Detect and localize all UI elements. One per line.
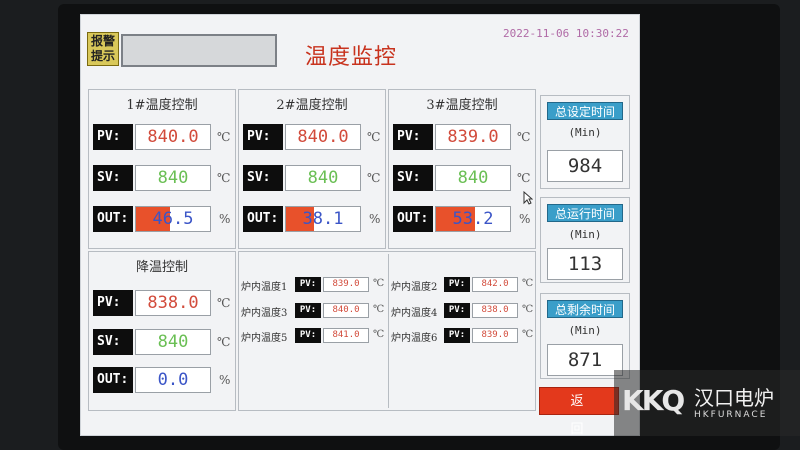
back-button[interactable]: 返 回 [539, 387, 619, 437]
total-remaining-time-title: 总剩余时间 [547, 300, 623, 318]
zone-1-out-unit: % [219, 212, 231, 226]
zone-3-title: 3#温度控制 [426, 98, 498, 113]
total-run-time-unit: (Min) [568, 228, 602, 241]
alarm-tag[interactable]: 报警 提示 [87, 32, 119, 66]
furnace-temp-3-unit: ℃ [373, 304, 385, 315]
zone-2-pv-unit: ℃ [367, 130, 381, 144]
cooling-out-label: OUT: [93, 367, 133, 393]
furnace-temp-1-value: 839.0 [323, 277, 369, 292]
zone-1-sv-label: SV: [93, 165, 133, 191]
zone-2-out-value: 38.1 [285, 206, 361, 232]
cooling-sv-label: SV: [93, 329, 133, 355]
zone-1-out-label: OUT: [93, 206, 133, 232]
cooling-sv-value[interactable]: 840 [135, 329, 211, 355]
datetime-display: 2022-11-06 10:30:22 [503, 27, 629, 40]
zone-3-sv-value[interactable]: 840 [435, 165, 511, 191]
zone-2-out-unit: % [369, 212, 381, 226]
zone-3-sv-unit: ℃ [517, 171, 531, 185]
furnace-temps-divider [388, 254, 389, 408]
zone-1-panel: 1#温度控制 PV: 840.0 ℃ SV: 840 ℃ OUT: 46.5 % [88, 89, 236, 249]
zone-3-out-label: OUT: [393, 206, 433, 232]
furnace-temp-6-value: 839.0 [472, 328, 518, 343]
mouse-cursor-icon [523, 191, 533, 205]
zone-2-pv-label: PV: [243, 124, 283, 150]
cooling-out-value: 0.0 [135, 367, 211, 393]
furnace-temp-5-value: 841.0 [323, 328, 369, 343]
total-set-time-title: 总设定时间 [547, 102, 623, 120]
furnace-temp-6-label: PV: [444, 328, 470, 343]
zone-3-pv-unit: ℃ [517, 130, 531, 144]
furnace-temp-4-name: 炉内温度4 [391, 308, 438, 319]
furnace-temp-3-name: 炉内温度3 [241, 308, 288, 319]
furnace-temp-4-unit: ℃ [522, 304, 534, 315]
furnace-temp-2-label: PV: [444, 277, 470, 292]
zone-3-out-unit: % [519, 212, 531, 226]
furnace-temp-2-value: 842.0 [472, 277, 518, 292]
zone-1-pv-label: PV: [93, 124, 133, 150]
furnace-temp-4-label: PV: [444, 303, 470, 318]
zone-2-title: 2#温度控制 [276, 98, 348, 113]
total-remaining-time-value: 871 [547, 344, 623, 376]
total-set-time-unit: (Min) [568, 126, 602, 139]
zone-1-sv-value[interactable]: 840 [135, 165, 211, 191]
furnace-temp-3-label: PV: [295, 303, 321, 318]
furnace-temp-2-name: 炉内温度2 [391, 282, 438, 293]
watermark-logo: KKQ [622, 384, 685, 417]
zone-3-sv-label: SV: [393, 165, 433, 191]
total-remaining-time-unit: (Min) [568, 324, 602, 337]
furnace-temp-6-name: 炉内温度6 [391, 333, 438, 344]
page-title: 温度监控 [305, 45, 398, 70]
alarm-tag-line2: 提示 [90, 49, 115, 63]
zone-2-pv-value: 840.0 [285, 124, 361, 150]
zone-3-pv-value: 839.0 [435, 124, 511, 150]
zone-1-pv-unit: ℃ [217, 130, 231, 144]
furnace-temp-5-name: 炉内温度5 [241, 333, 288, 344]
hmi-screen: 报警 提示 温度监控 2022-11-06 10:30:22 1#温度控制 PV… [80, 14, 640, 437]
total-remaining-time-panel: 总剩余时间 (Min) 871 [540, 293, 630, 379]
zone-2-sv-value[interactable]: 840 [285, 165, 361, 191]
cooling-panel: 降温控制 PV: 838.0 ℃ SV: 840 ℃ OUT: 0.0 % [88, 251, 236, 411]
zone-2-sv-unit: ℃ [367, 171, 381, 185]
furnace-temp-1-unit: ℃ [373, 278, 385, 289]
total-set-time-panel: 总设定时间 (Min) 984 [540, 95, 630, 189]
cooling-pv-value: 838.0 [135, 290, 211, 316]
watermark: KKQ 汉口电炉 HKFURNACE [614, 370, 800, 436]
furnace-temp-2-unit: ℃ [522, 278, 534, 289]
furnace-temp-1-name: 炉内温度1 [241, 282, 288, 293]
zone-1-title: 1#温度控制 [126, 98, 198, 113]
furnace-temp-5-label: PV: [295, 328, 321, 343]
total-run-time-panel: 总运行时间 (Min) 113 [540, 197, 630, 283]
alarm-message-box [121, 34, 277, 67]
zone-2-sv-label: SV: [243, 165, 283, 191]
alarm-tag-line1: 报警 [90, 34, 115, 48]
cooling-out-unit: % [219, 373, 231, 387]
zone-3-out-value: 53.2 [435, 206, 511, 232]
cooling-pv-unit: ℃ [217, 296, 231, 310]
zone-3-panel: 3#温度控制 PV: 839.0 ℃ SV: 840 ℃ OUT: 53.2 % [388, 89, 536, 249]
cooling-sv-unit: ℃ [217, 335, 231, 349]
furnace-temps-panel: 炉内温度1 PV: 839.0 ℃ 炉内温度2 PV: 842.0 ℃ 炉内温度… [238, 251, 536, 411]
total-run-time-title: 总运行时间 [547, 204, 623, 222]
total-run-time-value: 113 [547, 248, 623, 280]
zone-2-out-label: OUT: [243, 206, 283, 232]
furnace-temp-5-unit: ℃ [373, 329, 385, 340]
furnace-temp-6-unit: ℃ [522, 329, 534, 340]
cooling-pv-label: PV: [93, 290, 133, 316]
furnace-temp-3-value: 840.0 [323, 303, 369, 318]
furnace-temp-4-value: 838.0 [472, 303, 518, 318]
watermark-name: 汉口电炉 [694, 386, 774, 410]
zone-1-sv-unit: ℃ [217, 171, 231, 185]
watermark-sub: HKFURNACE [694, 410, 768, 420]
zone-1-pv-value: 840.0 [135, 124, 211, 150]
furnace-temp-1-label: PV: [295, 277, 321, 292]
cooling-title: 降温控制 [135, 260, 188, 275]
zone-3-pv-label: PV: [393, 124, 433, 150]
zone-2-panel: 2#温度控制 PV: 840.0 ℃ SV: 840 ℃ OUT: 38.1 % [238, 89, 386, 249]
total-set-time-value[interactable]: 984 [547, 150, 623, 182]
zone-1-out-value: 46.5 [135, 206, 211, 232]
